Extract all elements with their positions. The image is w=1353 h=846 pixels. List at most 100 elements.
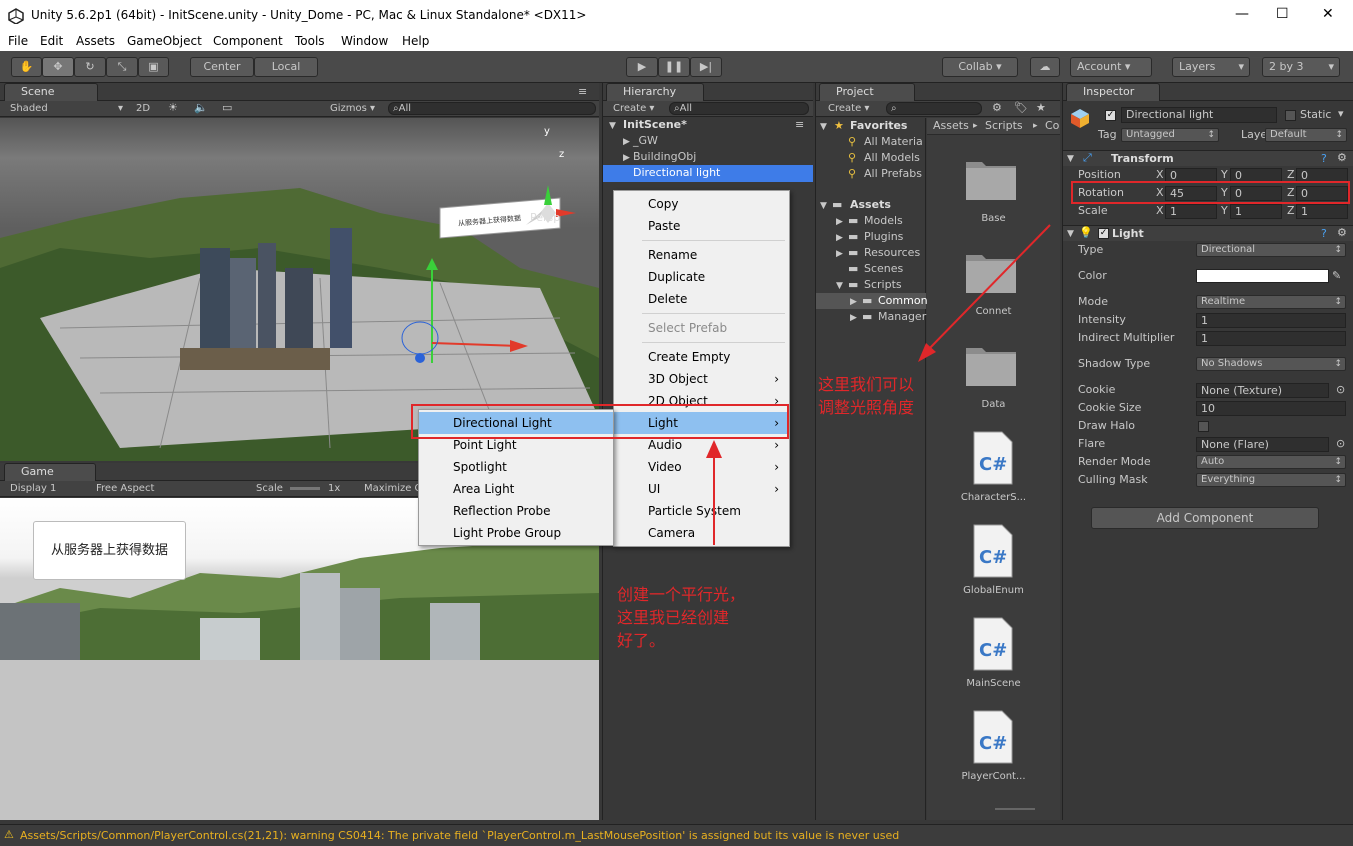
- scale-y-field[interactable]: 1: [1230, 204, 1282, 219]
- prop-field[interactable]: 1: [1196, 313, 1346, 328]
- pivot-local-button[interactable]: Local: [254, 57, 318, 77]
- menu-help[interactable]: Help: [402, 34, 429, 48]
- favorites-foldout-icon[interactable]: ▼: [820, 120, 827, 134]
- asset-folder-connet[interactable]: Connet: [927, 305, 1060, 319]
- menu-window[interactable]: Window: [341, 34, 388, 48]
- prop-checkbox[interactable]: [1198, 421, 1209, 432]
- scene-root-item[interactable]: InitScene*: [623, 118, 687, 132]
- tab-hierarchy[interactable]: Hierarchy: [606, 83, 704, 101]
- asset-folder-data[interactable]: Data: [927, 398, 1060, 412]
- game-viewport[interactable]: 从服务器上获得数据: [0, 498, 599, 820]
- filter-label-icon[interactable]: 🏷: [1014, 101, 1028, 115]
- menu-item-video[interactable]: Video ›: [614, 456, 789, 478]
- prop-dropdown[interactable]: Everything: [1196, 473, 1346, 487]
- menu-item-copy[interactable]: Copy: [614, 193, 789, 215]
- collab-dropdown[interactable]: Collab ▾: [942, 57, 1018, 77]
- lighting-toggle-icon[interactable]: ☀: [168, 101, 178, 115]
- favorite-all-prefabs[interactable]: All Prefabs: [864, 167, 922, 181]
- object-picker-icon[interactable]: ⊙: [1336, 437, 1345, 451]
- object-picker-icon[interactable]: ⊙: [1336, 383, 1345, 397]
- scene-menu-icon[interactable]: ≡: [795, 118, 804, 132]
- menu-item-create-empty[interactable]: Create Empty: [614, 346, 789, 368]
- menu-item-3d-object[interactable]: 3D Object ›: [614, 368, 789, 390]
- help-icon[interactable]: ?: [1321, 152, 1327, 166]
- account-dropdown[interactable]: Account ▾: [1070, 57, 1152, 77]
- prop-dropdown[interactable]: Auto: [1196, 455, 1346, 469]
- tree-folder-scripts[interactable]: Scripts: [864, 278, 902, 292]
- static-dropdown-icon[interactable]: ▾: [1338, 107, 1344, 121]
- scale-tool-button[interactable]: ⤡: [106, 57, 138, 77]
- add-component-button[interactable]: Add Component: [1091, 507, 1319, 529]
- color-swatch[interactable]: [1196, 269, 1329, 283]
- position-x-field[interactable]: 0: [1165, 168, 1217, 183]
- submenu-item-light-probe-group[interactable]: Light Probe Group: [419, 522, 613, 544]
- menu-file[interactable]: File: [8, 34, 28, 48]
- light-enabled-checkbox[interactable]: ✓: [1098, 228, 1109, 239]
- shading-dropdown[interactable]: Shaded: [10, 102, 48, 116]
- menu-tools[interactable]: Tools: [295, 34, 325, 48]
- static-checkbox[interactable]: [1285, 110, 1296, 121]
- favorites-label[interactable]: Favorites: [850, 119, 907, 133]
- get-data-button[interactable]: 从服务器上获得数据: [33, 521, 186, 580]
- gw-foldout-icon[interactable]: ▶: [623, 135, 630, 149]
- prop-object-field[interactable]: None (Texture): [1196, 383, 1329, 398]
- tab-game[interactable]: Game: [4, 463, 96, 481]
- filter-type-icon[interactable]: ⚙: [992, 101, 1002, 115]
- assets-root[interactable]: Assets: [850, 198, 891, 212]
- menu-edit[interactable]: Edit: [40, 34, 63, 48]
- hierarchy-search-input[interactable]: ⌕All: [669, 102, 809, 115]
- rotate-tool-button[interactable]: ↻: [74, 57, 106, 77]
- layout-dropdown[interactable]: 2 by 3 ▾: [1262, 57, 1340, 77]
- menu-item-camera[interactable]: Camera: [614, 522, 789, 544]
- asset-script-characters[interactable]: CharacterS...: [927, 491, 1060, 505]
- tag-dropdown[interactable]: Untagged: [1121, 128, 1219, 142]
- tree-folder-scenes[interactable]: Scenes: [864, 262, 903, 276]
- favorite-all-models[interactable]: All Models: [864, 151, 920, 165]
- eyedropper-icon[interactable]: ✎: [1332, 269, 1341, 283]
- menu-item-rename[interactable]: Rename: [614, 244, 789, 266]
- breadcrumb-assets[interactable]: Assets: [933, 119, 969, 133]
- light-header[interactable]: ▼ 💡 ✓ Light ? ⚙: [1063, 225, 1353, 241]
- layers-dropdown[interactable]: Layers ▾: [1172, 57, 1250, 77]
- audio-toggle-icon[interactable]: 🔈: [194, 101, 208, 115]
- move-tool-button[interactable]: ✥: [42, 57, 74, 77]
- tree-folder-manager[interactable]: Manager: [878, 310, 926, 324]
- gear-icon[interactable]: ⚙: [1337, 151, 1347, 165]
- submenu-item-area-light[interactable]: Area Light: [419, 478, 613, 500]
- prop-dropdown[interactable]: Directional: [1196, 243, 1346, 257]
- hierarchy-item-gw[interactable]: _GW: [633, 134, 658, 148]
- persp-label[interactable]: Persp: [530, 211, 560, 225]
- tree-folder-resources[interactable]: Resources: [864, 246, 920, 260]
- scale-slider[interactable]: [290, 487, 320, 490]
- tab-project[interactable]: Project: [819, 83, 915, 101]
- breadcrumb-common[interactable]: Co: [1045, 119, 1059, 133]
- cloud-button[interactable]: ☁: [1030, 57, 1060, 77]
- active-checkbox[interactable]: ✓: [1105, 110, 1116, 121]
- help-icon[interactable]: ?: [1321, 227, 1327, 241]
- scale-z-field[interactable]: 1: [1296, 204, 1348, 219]
- gizmos-dropdown[interactable]: Gizmos ▾: [330, 102, 375, 116]
- effects-toggle-icon[interactable]: ▭: [222, 101, 232, 115]
- menu-gameobject[interactable]: GameObject: [127, 34, 202, 48]
- hierarchy-create-dropdown[interactable]: Create ▾: [613, 102, 654, 116]
- project-search-input[interactable]: ⌕: [886, 102, 982, 115]
- submenu-item-point-light[interactable]: Point Light: [419, 434, 613, 456]
- tab-inspector[interactable]: Inspector: [1066, 83, 1160, 101]
- prop-dropdown[interactable]: No Shadows: [1196, 357, 1346, 371]
- asset-script-mainscene[interactable]: MainScene: [927, 677, 1060, 691]
- buildingobj-foldout-icon[interactable]: ▶: [623, 151, 630, 165]
- scene-search-input[interactable]: ⌕All: [388, 102, 596, 115]
- menu-item-ui[interactable]: UI ›: [614, 478, 789, 500]
- pivot-center-button[interactable]: Center: [190, 57, 254, 77]
- menu-item-duplicate[interactable]: Duplicate: [614, 266, 789, 288]
- submenu-item-reflection-probe[interactable]: Reflection Probe: [419, 500, 613, 522]
- menu-item-particle-system[interactable]: Particle System: [614, 500, 789, 522]
- maximize-on-play-toggle[interactable]: Maximize O: [364, 482, 422, 496]
- hand-tool-button[interactable]: ✋: [11, 57, 42, 77]
- rect-tool-button[interactable]: ▣: [138, 57, 169, 77]
- icon-size-slider[interactable]: [995, 808, 1035, 810]
- rotation-x-field[interactable]: 45: [1165, 186, 1217, 201]
- asset-script-playercontrol[interactable]: PlayerCont...: [927, 770, 1060, 784]
- tree-folder-plugins[interactable]: Plugins: [864, 230, 903, 244]
- hierarchy-item-buildingobj[interactable]: BuildingObj: [633, 150, 696, 164]
